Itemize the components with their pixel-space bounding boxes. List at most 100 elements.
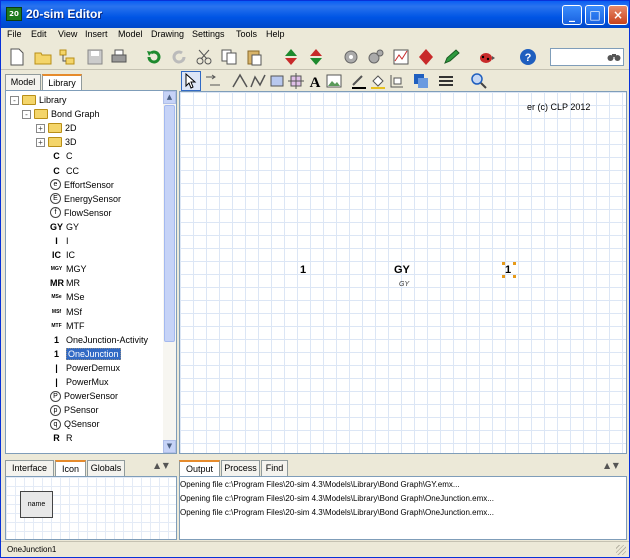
- tree-item[interactable]: IC IC: [50, 248, 75, 262]
- pen-button[interactable]: [441, 47, 461, 67]
- search-input[interactable]: [550, 48, 624, 66]
- tree-item[interactable]: | PowerMux: [50, 375, 108, 389]
- object-color-tool[interactable]: [411, 71, 431, 91]
- go-up-button[interactable]: [281, 47, 301, 67]
- redo-button[interactable]: [169, 47, 189, 67]
- scroll-thumb[interactable]: [164, 105, 175, 342]
- icon-preview[interactable]: name: [20, 491, 53, 518]
- line-style-tool[interactable]: [436, 71, 456, 91]
- menu-file[interactable]: File: [7, 29, 22, 39]
- collapse-icon[interactable]: -: [10, 95, 19, 105]
- tree-item[interactable]: MTF MTF: [50, 319, 84, 333]
- model-tree-button[interactable]: [57, 47, 77, 67]
- line-color-tool[interactable]: [349, 71, 369, 91]
- menu-drawing[interactable]: Drawing: [151, 29, 184, 39]
- node-gy[interactable]: GY: [394, 264, 410, 276]
- panel-arrows[interactable]: ▲ ▼: [154, 461, 169, 470]
- diamond-button[interactable]: [416, 47, 436, 67]
- bug-button[interactable]: [476, 47, 496, 67]
- tab-globals[interactable]: Globals: [87, 460, 125, 477]
- selection-handle[interactable]: [502, 275, 505, 278]
- selection-handle[interactable]: [513, 275, 516, 278]
- help-button[interactable]: ?: [518, 47, 538, 67]
- tree-item[interactable]: 1 OneJunction: [50, 347, 121, 361]
- tree-item[interactable]: MGY MGY: [50, 262, 87, 276]
- tab-process[interactable]: Process: [221, 460, 260, 477]
- tree-item[interactable]: II: [50, 234, 68, 248]
- tree-item[interactable]: MR MR: [50, 276, 80, 290]
- line-tool[interactable]: [230, 71, 250, 91]
- title-bar[interactable]: 20 20-sim Editor _ □ ×: [1, 1, 629, 28]
- tree-item[interactable]: | PowerDemux: [50, 361, 120, 375]
- undo-button[interactable]: [144, 47, 164, 67]
- tree-item[interactable]: - Library: [10, 93, 67, 107]
- tree-item[interactable]: 1 OneJunction-Activity: [50, 333, 148, 347]
- expand-icon[interactable]: +: [36, 137, 45, 147]
- menu-model[interactable]: Model: [118, 29, 143, 39]
- zoom-tool[interactable]: [469, 71, 489, 91]
- cut-button[interactable]: [194, 47, 214, 67]
- open-button[interactable]: [33, 47, 53, 67]
- tree-item[interactable]: E EnergySensor: [50, 192, 121, 206]
- scroll-up-arrow[interactable]: ▲: [163, 91, 176, 104]
- element-glyph-icon: q: [50, 418, 61, 430]
- node-onejunction-selected[interactable]: 1: [505, 264, 511, 276]
- node-onejunction-left[interactable]: 1: [300, 264, 306, 276]
- menu-view[interactable]: View: [58, 29, 77, 39]
- simulator-button[interactable]: [391, 47, 411, 67]
- tree-item[interactable]: +2D: [36, 121, 77, 135]
- go-down-button[interactable]: [306, 47, 326, 67]
- save-button[interactable]: [85, 47, 105, 67]
- crosshair-tool[interactable]: [286, 71, 306, 91]
- element-glyph-icon: P: [50, 390, 61, 402]
- tab-interface[interactable]: Interface: [5, 460, 54, 477]
- connect-tool[interactable]: [203, 71, 223, 91]
- paste-button[interactable]: [244, 47, 264, 67]
- selection-handle[interactable]: [502, 262, 505, 265]
- minimize-button[interactable]: _: [562, 5, 582, 25]
- rectangle-tool[interactable]: [267, 71, 287, 91]
- polyline-tool[interactable]: [248, 71, 268, 91]
- text-tool[interactable]: A: [305, 71, 325, 91]
- tab-model[interactable]: Model: [5, 74, 41, 91]
- scroll-down-arrow[interactable]: ▼: [163, 440, 176, 453]
- resize-grip[interactable]: [616, 545, 626, 555]
- check-button[interactable]: [341, 47, 361, 67]
- maximize-button[interactable]: □: [585, 5, 605, 25]
- compile-button[interactable]: [366, 47, 386, 67]
- menu-insert[interactable]: Insert: [85, 29, 108, 39]
- tree-item[interactable]: e EffortSensor: [50, 178, 114, 192]
- model-canvas[interactable]: er (c) CLP 2012 1 GY GY 1: [179, 91, 627, 454]
- tree-item[interactable]: C CC: [50, 164, 79, 178]
- tab-find[interactable]: Find: [261, 460, 288, 477]
- copy-button[interactable]: [219, 47, 239, 67]
- image-tool[interactable]: [324, 71, 344, 91]
- tree-item[interactable]: q QSensor: [50, 417, 100, 431]
- new-button[interactable]: [7, 47, 27, 67]
- tree-item[interactable]: MSf MSf: [50, 305, 82, 319]
- collapse-icon[interactable]: -: [22, 109, 31, 119]
- menu-settings[interactable]: Settings: [192, 29, 225, 39]
- shape-tool[interactable]: [387, 71, 407, 91]
- tree-item[interactable]: - Bond Graph: [22, 107, 100, 121]
- fill-color-tool[interactable]: [368, 71, 388, 91]
- close-button[interactable]: ×: [608, 5, 628, 25]
- menu-edit[interactable]: Edit: [31, 29, 47, 39]
- print-button[interactable]: [109, 47, 129, 67]
- menu-tools[interactable]: Tools: [236, 29, 257, 39]
- tree-item[interactable]: +3D: [36, 135, 77, 149]
- select-tool[interactable]: [181, 71, 201, 91]
- selection-handle[interactable]: [513, 262, 516, 265]
- panel-arrows[interactable]: ▲ ▼: [604, 461, 619, 470]
- tree-item[interactable]: CC: [50, 149, 72, 163]
- expand-icon[interactable]: +: [36, 123, 45, 133]
- tree-item[interactable]: f FlowSensor: [50, 206, 112, 220]
- tree-item[interactable]: RR: [50, 431, 72, 445]
- menu-help[interactable]: Help: [266, 29, 285, 39]
- tree-item[interactable]: P PowerSensor: [50, 389, 118, 403]
- zoom-icon: [471, 73, 487, 89]
- tree-item[interactable]: p PSensor: [50, 403, 99, 417]
- tree-scrollbar[interactable]: ▲ ▼: [163, 91, 176, 453]
- tree-item[interactable]: GY GY: [50, 220, 79, 234]
- tree-item[interactable]: MSe MSe: [50, 290, 84, 304]
